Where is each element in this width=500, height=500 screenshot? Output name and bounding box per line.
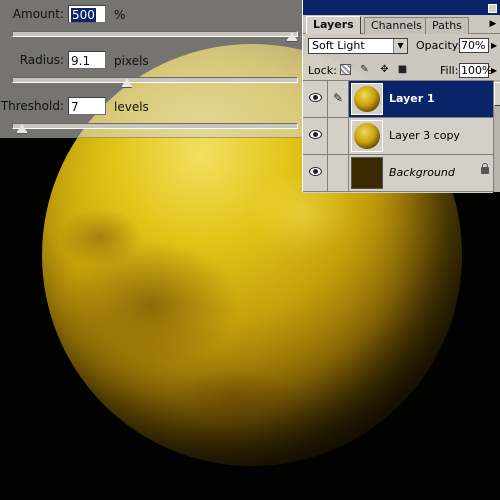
layer-list: ✎ Layer 1 Layer 3 copy Background bbox=[303, 80, 493, 193]
amount-input[interactable]: 500 bbox=[68, 5, 106, 23]
layer-row-background[interactable]: Background bbox=[303, 155, 493, 192]
tab-channels[interactable]: Channels bbox=[364, 17, 429, 34]
threshold-slider[interactable] bbox=[12, 123, 298, 134]
eye-icon bbox=[309, 93, 322, 102]
threshold-slider-thumb[interactable] bbox=[17, 124, 27, 134]
chevron-down-icon: ▼ bbox=[393, 39, 407, 53]
lock-brush-icon[interactable]: ✎ bbox=[359, 64, 370, 75]
visibility-toggle[interactable] bbox=[303, 118, 328, 154]
fill-label: Fill: bbox=[440, 64, 459, 77]
panel-titlebar[interactable] bbox=[303, 0, 500, 15]
tab-layers[interactable]: Layers bbox=[306, 16, 361, 34]
amount-label: Amount: bbox=[12, 7, 64, 21]
radius-label: Radius: bbox=[19, 53, 64, 67]
radius-unit: pixels bbox=[114, 54, 149, 68]
lock-icon bbox=[481, 163, 489, 174]
panel-tabs: Layers Channels Paths ▶ bbox=[303, 15, 500, 34]
threshold-input[interactable]: 7 bbox=[68, 97, 106, 115]
triangle-menu-icon[interactable]: ▶ bbox=[487, 18, 499, 30]
layer-thumbnail bbox=[351, 120, 383, 152]
layer-name: Background bbox=[389, 166, 455, 179]
fill-input[interactable]: 100% bbox=[459, 63, 492, 78]
layer-name: Layer 1 bbox=[389, 92, 435, 105]
amount-unit: % bbox=[114, 8, 126, 22]
lock-all-icon[interactable]: ■ bbox=[397, 64, 408, 75]
visibility-toggle[interactable] bbox=[303, 81, 328, 117]
layer-row-layer-3-copy[interactable]: Layer 3 copy bbox=[303, 118, 493, 155]
brush-icon: ✎ bbox=[333, 91, 344, 105]
opacity-input[interactable]: 70% bbox=[459, 38, 489, 53]
filter-dialog: Amount: 500 % Radius: 9.1 pixels Thresho… bbox=[0, 0, 303, 138]
radius-slider[interactable] bbox=[12, 77, 298, 88]
layer-row-layer-1[interactable]: ✎ Layer 1 bbox=[303, 81, 493, 118]
layer-list-scrollbar[interactable] bbox=[493, 80, 500, 192]
link-cell[interactable] bbox=[328, 118, 349, 154]
fill-arrow-icon[interactable]: ▶ bbox=[491, 66, 497, 75]
visibility-toggle[interactable] bbox=[303, 155, 328, 191]
lock-move-icon[interactable]: ✥ bbox=[379, 64, 390, 75]
link-cell[interactable]: ✎ bbox=[328, 81, 349, 117]
opacity-label: Opacity: bbox=[416, 39, 462, 52]
layer-thumbnail bbox=[351, 157, 383, 189]
blend-mode-select[interactable]: Soft Light ▼ bbox=[308, 38, 408, 54]
layer-name: Layer 3 copy bbox=[389, 129, 460, 142]
link-cell[interactable] bbox=[328, 155, 349, 191]
lock-transparency-icon[interactable] bbox=[340, 64, 351, 75]
opacity-arrow-icon[interactable]: ▶ bbox=[491, 41, 497, 50]
eye-icon bbox=[309, 167, 322, 176]
lock-label: Lock: bbox=[308, 64, 337, 77]
layer-thumbnail bbox=[351, 83, 383, 115]
eye-icon bbox=[309, 130, 322, 139]
scrollbar-thumb[interactable] bbox=[494, 82, 500, 106]
amount-slider-thumb[interactable] bbox=[287, 32, 297, 42]
radius-slider-thumb[interactable] bbox=[122, 78, 132, 88]
threshold-unit: levels bbox=[114, 100, 149, 114]
radius-input[interactable]: 9.1 bbox=[68, 51, 106, 69]
layers-panel: Layers Channels Paths ▶ Soft Light ▼ Opa… bbox=[302, 0, 500, 193]
blend-mode-value: Soft Light bbox=[312, 39, 365, 52]
amount-slider[interactable] bbox=[12, 31, 298, 42]
threshold-label: Threshold: bbox=[0, 99, 64, 113]
tab-paths[interactable]: Paths bbox=[425, 17, 469, 34]
